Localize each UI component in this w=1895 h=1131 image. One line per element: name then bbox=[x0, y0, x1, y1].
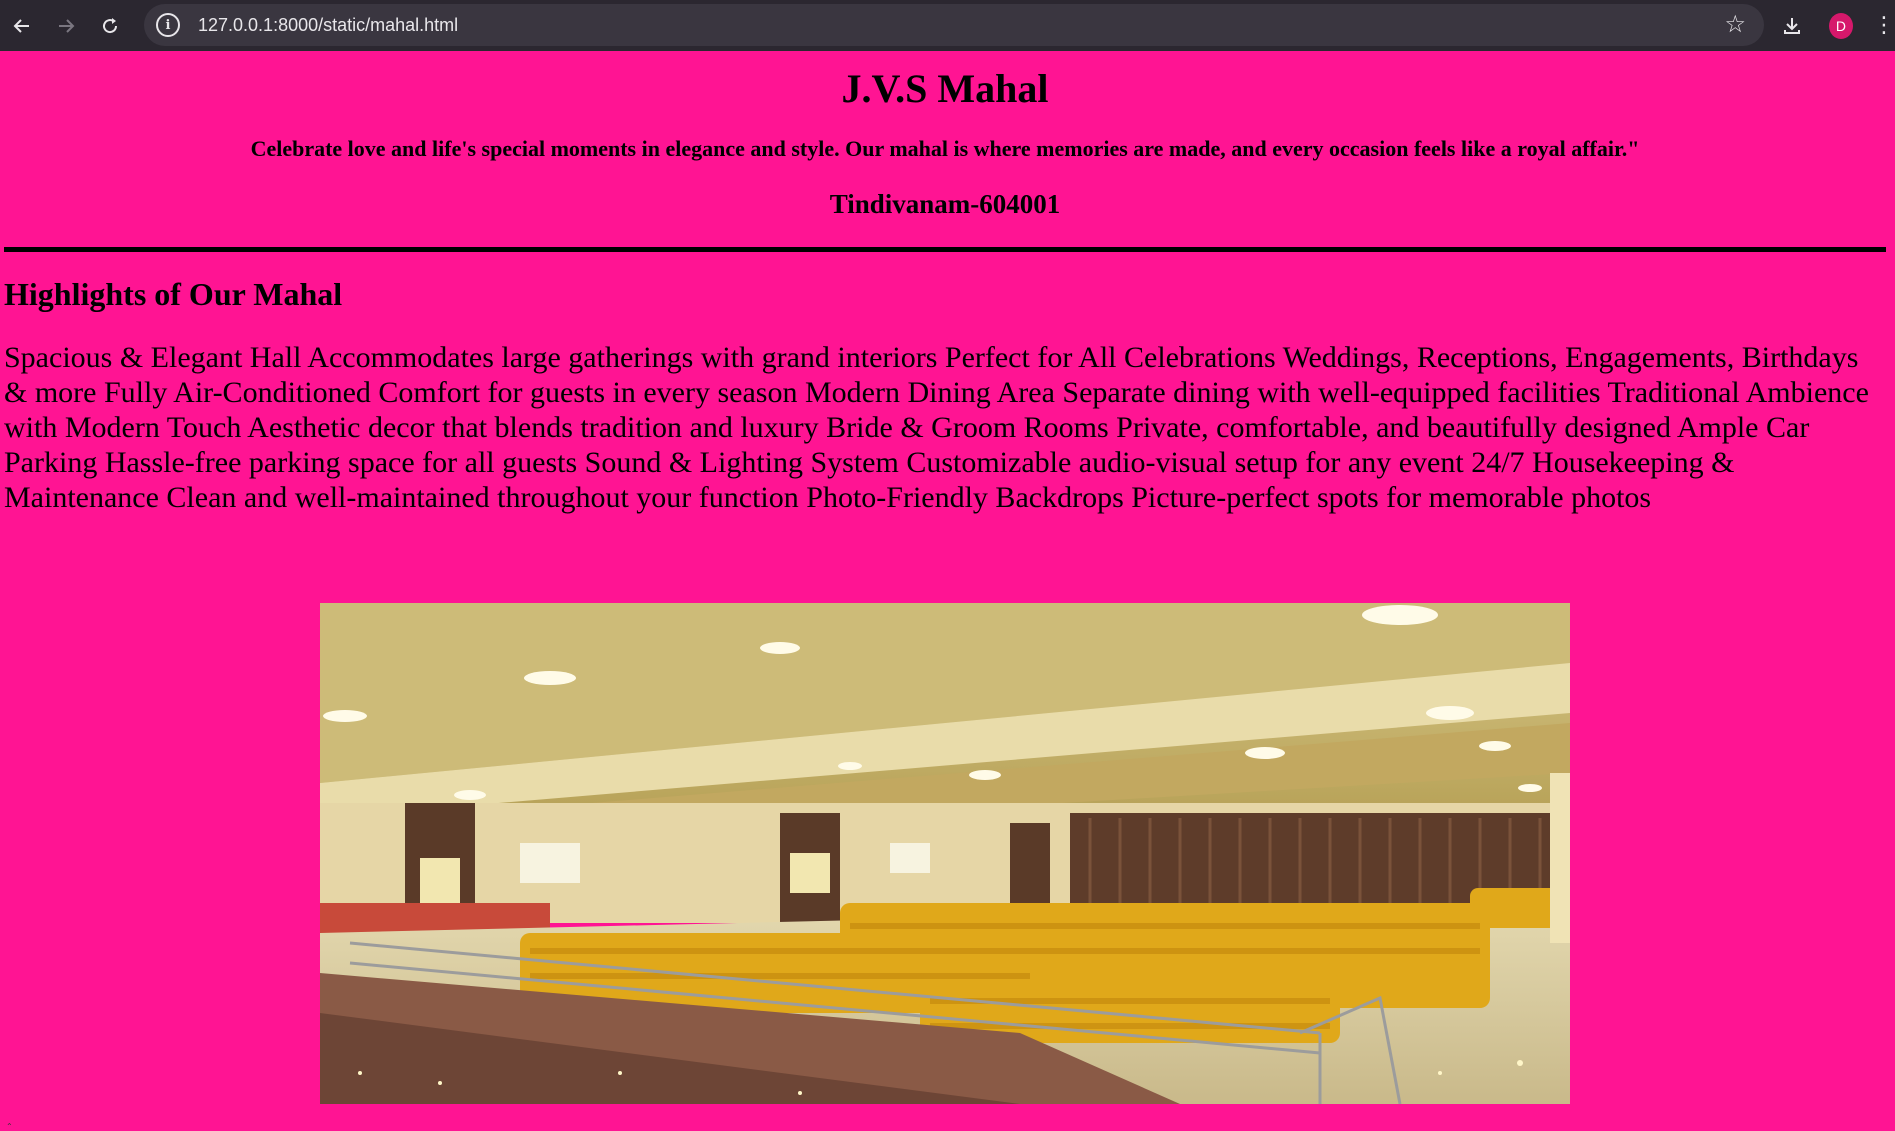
forward-arrow-icon[interactable] bbox=[44, 4, 88, 48]
address-bar[interactable]: i 127.0.0.1:8000/static/mahal.html ☆ bbox=[144, 4, 1764, 46]
location-text: Tindivanam-604001 bbox=[829, 189, 1061, 219]
tagline: Celebrate love and life's special moment… bbox=[250, 136, 1640, 161]
hall-photo bbox=[320, 603, 1570, 1104]
toolbar-right: D ⋮ bbox=[1772, 0, 1895, 51]
hall-photo-scene bbox=[320, 603, 1570, 1104]
page-title: J.V.S Mahal bbox=[841, 66, 1049, 111]
back-arrow-icon[interactable] bbox=[0, 4, 44, 48]
download-icon[interactable] bbox=[1772, 15, 1813, 37]
highlights-heading: Highlights of Our Mahal bbox=[4, 276, 343, 312]
section-divider bbox=[4, 247, 1886, 252]
highlights-text: Spacious & Elegant Hall Accommodates lar… bbox=[4, 341, 1869, 514]
page-body: J.V.S Mahal Celebrate love and life's sp… bbox=[0, 51, 1895, 1131]
browser-toolbar: i 127.0.0.1:8000/static/mahal.html ☆ D ⋮ bbox=[0, 0, 1895, 51]
profile-avatar[interactable]: D bbox=[1828, 12, 1853, 39]
star-icon[interactable]: ☆ bbox=[1724, 12, 1746, 36]
reload-icon[interactable] bbox=[88, 4, 132, 48]
kebab-menu-icon[interactable]: ⋮ bbox=[1873, 14, 1895, 37]
scroll-indicator-icon: ⌃ bbox=[6, 1122, 13, 1131]
info-icon[interactable]: i bbox=[156, 13, 180, 37]
url-text[interactable]: 127.0.0.1:8000/static/mahal.html bbox=[198, 15, 458, 36]
